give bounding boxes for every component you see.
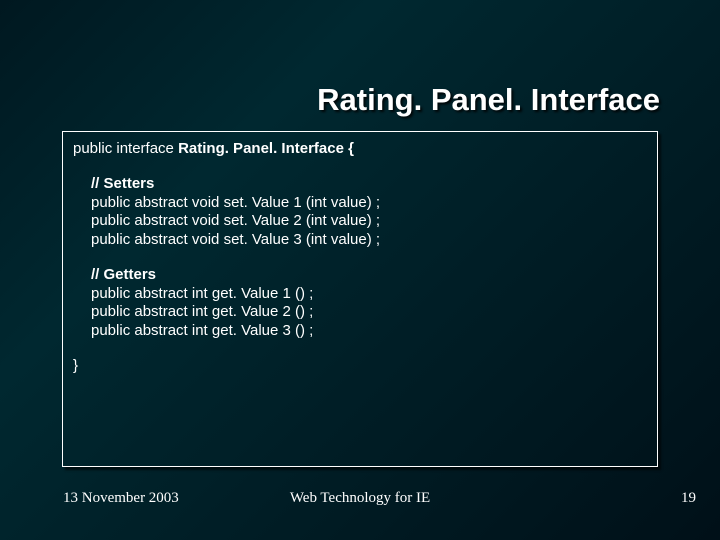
setter-line: public abstract void set. Value 3 (int v… bbox=[91, 231, 647, 250]
close-brace: } bbox=[73, 341, 647, 376]
footer-center: Web Technology for IE bbox=[0, 490, 720, 507]
code-box: public interface Rating. Panel. Interfac… bbox=[62, 131, 658, 467]
footer: 13 November 2003 Web Technology for IE 1… bbox=[0, 490, 720, 510]
slide-title: Rating. Panel. Interface bbox=[317, 82, 660, 118]
getter-line: public abstract int get. Value 1 () ; bbox=[91, 285, 647, 304]
getters-block: // Getters public abstract int get. Valu… bbox=[73, 250, 647, 341]
setter-line: public abstract void set. Value 2 (int v… bbox=[91, 212, 647, 231]
interface-declaration: public interface Rating. Panel. Interfac… bbox=[73, 140, 647, 159]
decl-prefix: public interface bbox=[73, 140, 178, 157]
setter-line: public abstract void set. Value 1 (int v… bbox=[91, 194, 647, 213]
getters-comment: // Getters bbox=[91, 266, 647, 285]
getter-line: public abstract int get. Value 3 () ; bbox=[91, 322, 647, 341]
setters-block: // Setters public abstract void set. Val… bbox=[73, 159, 647, 250]
getter-line: public abstract int get. Value 2 () ; bbox=[91, 303, 647, 322]
decl-name: Rating. Panel. Interface { bbox=[178, 140, 354, 157]
setters-comment: // Setters bbox=[91, 175, 647, 194]
slide: Rating. Panel. Interface public interfac… bbox=[0, 0, 720, 540]
footer-page: 19 bbox=[681, 490, 696, 507]
